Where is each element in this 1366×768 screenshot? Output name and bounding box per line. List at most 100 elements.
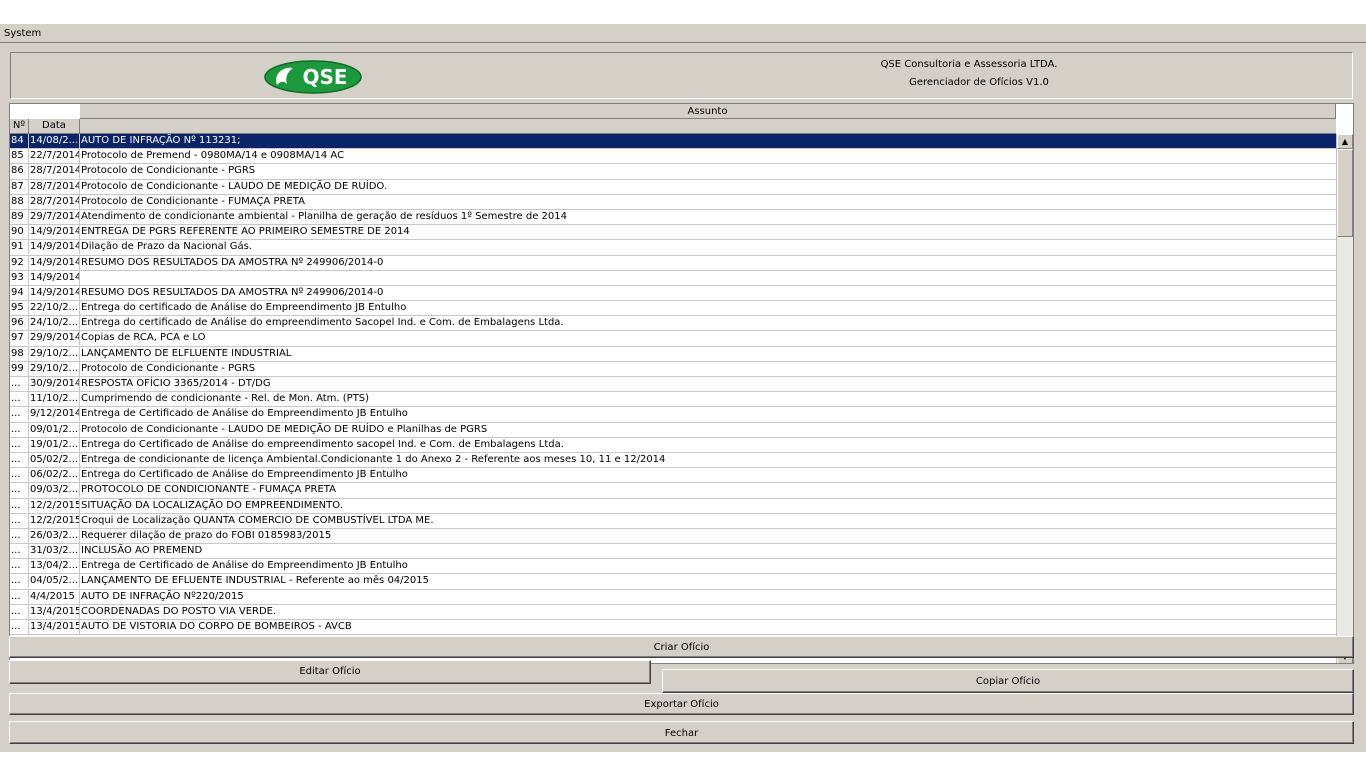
fechar-button[interactable]: Fechar (9, 721, 1354, 744)
table-row[interactable]: ... 13/4/2015 COORDENADAS DO POSTO VIA VER… (10, 604, 1336, 620)
table-row[interactable]: 94 14/9/2014 RESUMO DOS RESULTADOS DA AMOS… (10, 285, 1336, 302)
row-date-cell: 28/7/2014 (30, 179, 80, 194)
table-row[interactable]: ... 04/05/2... LANÇAMENTO DE EFLUENTE INDU… (10, 574, 1336, 590)
row-num-cell: 95 (10, 301, 29, 316)
table-row[interactable]: ... 09/01/2... Protocolo de Condicionante … (10, 422, 1336, 438)
row-assunto-cell: SITUAÇÃO DA LOCALIZAÇÃO DO EMPREENDIMENT… (81, 499, 343, 511)
num-column-header[interactable]: Nº (10, 119, 29, 133)
row-assunto-cell: RESUMO DOS RESULTADOS DA AMOSTRA Nº 2499… (81, 256, 384, 268)
table-row[interactable]: ... 31/03/2... INCLUSÃO AO PREMEND (10, 544, 1336, 560)
company-name: QSE Consultoria e Assessoria LTDA. (880, 59, 1058, 70)
row-assunto-cell: Dilação de Prazo da Nacional Gás. (81, 241, 252, 253)
row-num-cell: ... (10, 422, 29, 437)
table-row[interactable]: ... 4/4/2015 AUTO DE INFRAÇÃO Nº220/2015 (10, 589, 1336, 605)
row-assunto-cell: Croqui de Localização QUANTA COMERCIO DE… (81, 514, 434, 526)
row-assunto-cell: Copias de RCA, PCA e LO (81, 332, 206, 344)
table-row[interactable]: 99 29/10/2... Protocolo de Condicionante -… (10, 361, 1336, 377)
row-num-cell: ... (10, 407, 29, 422)
table-row[interactable]: ... 05/02/2... Entrega de condicionante de… (10, 452, 1336, 469)
row-date-cell: 29/10/2... (30, 361, 80, 376)
row-num-cell: ... (10, 437, 29, 452)
table-row[interactable]: ... 12/2/2015 SITUAÇÃO DA LOCALIZAÇÃO DO E… (10, 498, 1336, 514)
row-num-cell: 89 (10, 209, 29, 224)
row-num-cell: ... (10, 392, 29, 407)
date-column-header[interactable]: Data (29, 119, 80, 133)
row-assunto-cell: Entrega de condicionante de licença Ambi… (81, 453, 666, 465)
table-row[interactable]: 91 14/9/2014 Dilação de Prazo da Nacional … (10, 240, 1336, 256)
table-row[interactable]: ... 09/03/2... PROTOCOLO DE CONDICIONANTE … (10, 483, 1336, 499)
row-date-cell: 22/7/2014 (30, 149, 80, 164)
row-assunto-cell: Protocolo de Condicionante - PGRS (81, 362, 256, 374)
row-num-cell: 88 (10, 194, 29, 209)
table-row[interactable]: 96 24/10/2... Entrega do certificado de An… (10, 316, 1336, 332)
row-date-cell: 19/01/2... (30, 437, 80, 452)
row-date-cell: 14/9/2014 (30, 255, 80, 270)
table-row[interactable]: ... 19/01/2... Entrega do Certificado de A… (10, 437, 1336, 453)
table-row[interactable]: 84 14/08/2... AUTO DE INFRAÇÃO Nº 113231; (10, 134, 1336, 150)
row-date-cell: 24/10/2... (30, 316, 80, 331)
row-assunto-cell: AUTO DE VISTORIA DO CORPO DE BOMBEIROS -… (81, 621, 352, 632)
row-date-cell: 11/10/2... (30, 392, 80, 407)
row-num-cell: 93 (10, 270, 29, 285)
row-date-cell: 29/9/2014 (30, 331, 80, 346)
scroll-up-arrow-icon[interactable]: ▲ (1337, 134, 1353, 149)
table-row[interactable]: 93 14/9/2014 (10, 270, 1336, 286)
row-num-cell: 94 (10, 285, 29, 300)
table-row[interactable]: ... 9/12/2014 Entrega de Certificado de An… (10, 407, 1336, 423)
row-date-cell: 31/03/2... (30, 544, 80, 559)
table-row[interactable]: ... 30/9/2014 RESPOSTA OFÍCIO 3365/2014 - … (10, 377, 1336, 393)
row-num-cell: 90 (10, 225, 29, 240)
row-date-cell: 04/05/2... (30, 574, 80, 589)
table-row[interactable]: ... 13/4/2015 AUTO DE VISTORIA DO CORPO DE… (10, 620, 1336, 636)
criar-oficio-button[interactable]: Criar Ofício (9, 636, 1354, 658)
table-row[interactable]: 89 29/7/2014 Atendimento de condicionante … (10, 209, 1336, 226)
row-assunto-cell: Entrega de Certificado de Análise do Emp… (81, 560, 408, 572)
vertical-scrollbar[interactable]: ▲ ▼ (1336, 134, 1353, 663)
row-num-cell: ... (10, 589, 29, 604)
table-row[interactable]: ... 06/02/2... Entrega do Certificado de A… (10, 468, 1336, 484)
row-date-cell: 14/9/2014 (30, 240, 80, 255)
table-row[interactable]: 85 22/7/2014 Protocolo de Premend - 0980MA… (10, 149, 1336, 165)
row-assunto-cell: Entrega do Certificado de Análise do emp… (81, 438, 564, 450)
row-date-cell: 13/04/2... (30, 559, 80, 574)
table-row[interactable]: ... 12/2/2015 Croqui de Localização QUANTA… (10, 513, 1336, 529)
table-row[interactable]: ... 13/04/2... Entrega de Certificado de A… (10, 559, 1336, 575)
table-row[interactable]: 86 28/7/2014 Protocolo de Condicionante - … (10, 164, 1336, 180)
table-row[interactable]: ... 11/10/2... Cumprimendo de condicionant… (10, 392, 1336, 408)
row-assunto-cell: Protocolo de Condicionante - LAUDO DE ME… (81, 423, 488, 435)
table-header-row: Nº Data (10, 119, 1336, 134)
row-assunto-cell: Entrega do Certificado de Análise do Emp… (81, 469, 408, 481)
scroll-thumb[interactable] (1337, 149, 1353, 237)
table-row[interactable]: 98 29/10/2... LANÇAMENTO DE ELFLUENTE INDU… (10, 346, 1336, 362)
table-row[interactable]: 88 28/7/2014 Protocolo de Condicionante - … (10, 194, 1336, 210)
row-date-cell: 9/12/2014 (30, 407, 80, 422)
table-row[interactable]: ... 26/03/2... Requerer dilação de prazo d… (10, 528, 1336, 545)
row-date-cell: 13/4/2015 (30, 620, 80, 634)
table-row[interactable]: 87 28/7/2014 Protocolo de Condicionante - … (10, 179, 1336, 195)
row-date-cell: 12/2/2015 (30, 513, 80, 528)
menu-system[interactable]: System (4, 28, 41, 39)
row-assunto-cell: LANÇAMENTO DE EFLUENTE INDUSTRIAL - Refe… (81, 575, 429, 587)
exportar-oficio-button[interactable]: Exportar Ofício (9, 693, 1354, 715)
table-row[interactable]: 95 22/10/2... Entrega do certificado de An… (10, 301, 1336, 317)
oficios-table[interactable]: Assunto Nº Data 84 14/08/2... AUTO DE INFR… (9, 103, 1354, 664)
table-row[interactable]: 92 14/9/2014 RESUMO DOS RESULTADOS DA AMOS… (10, 255, 1336, 271)
row-assunto-cell: Cumprimendo de condicionante - Rel. de M… (81, 393, 370, 405)
table-body: 84 14/08/2... AUTO DE INFRAÇÃO Nº 113231; 8… (10, 134, 1336, 636)
row-num-cell: 87 (10, 179, 29, 194)
table-row[interactable]: 90 14/9/2014 ENTREGA DE PGRS REFERENTE AO … (10, 225, 1336, 241)
row-num-cell: 98 (10, 346, 29, 361)
row-date-cell: 09/01/2... (30, 422, 80, 437)
row-num-cell: 92 (10, 255, 29, 270)
row-assunto-cell: Protocolo de Condicionante - PGRS (81, 165, 256, 177)
row-num-cell: ... (10, 468, 29, 483)
assunto-column-header[interactable]: Assunto (80, 104, 1336, 119)
row-date-cell: 14/9/2014 (30, 270, 80, 285)
editar-oficio-button[interactable]: Editar Ofício (9, 660, 651, 684)
table-row[interactable]: 97 29/9/2014 Copias de RCA, PCA e LO (10, 331, 1336, 347)
assunto-column-header-cell[interactable] (80, 119, 1336, 133)
app-version: Gerenciador de Ofícios V1.0 (909, 77, 1049, 88)
row-assunto-cell: Protocolo de Condicionante - LAUDO DE ME… (81, 180, 388, 192)
copiar-oficio-button[interactable]: Copiar Ofício (662, 669, 1354, 693)
header-panel: QSE QSE Consultoria e Assessoria LTDA. G… (10, 52, 1353, 99)
